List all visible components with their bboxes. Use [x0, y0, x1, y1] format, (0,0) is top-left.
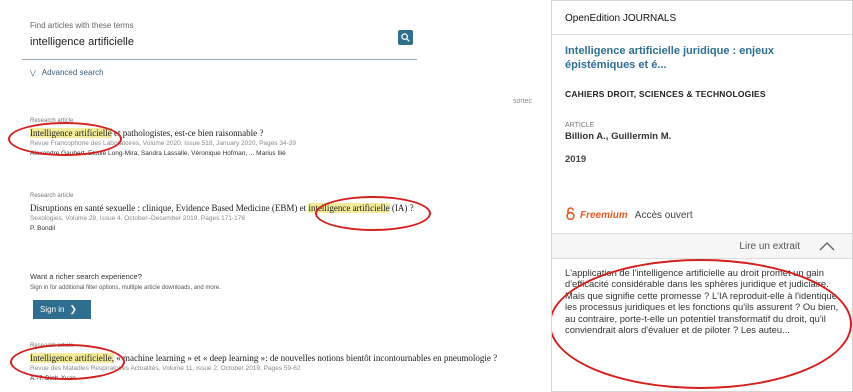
result-journal[interactable]: Sexologies, Volume 28, Issue 4, October–… [30, 214, 545, 224]
result-type: Research article [30, 118, 74, 124]
result-item: Research article Disruptions en santé se… [30, 193, 545, 234]
annotation-ring [10, 344, 125, 380]
annotation-ring [8, 122, 122, 156]
search-results-panel: Find articles with these terms intellige… [0, 0, 545, 392]
signin-prompt-title: Want a richer search experience? [30, 272, 142, 281]
advanced-search-label: Advanced search [41, 68, 104, 77]
advanced-search-link[interactable]: ⋁ Advanced search [30, 68, 104, 77]
search-label: Find articles with these terms [30, 21, 134, 30]
openedition-panel: OpenEdition JOURNALS Intelligence artifi… [551, 0, 853, 392]
journal-name: CAHIERS DROIT, SCIENCES & TECHNOLOGIES [565, 89, 766, 99]
article-type: ARTICLE [565, 122, 595, 129]
annotation-ring [552, 259, 852, 389]
article-authors: Billion A., Guillermin M. [565, 131, 672, 142]
result-title-text: et pathologistes, est-ce bien raisonnabl… [111, 128, 264, 138]
signin-prompt-text: Sign in for additional filter options, m… [30, 285, 221, 291]
article-year: 2019 [565, 154, 587, 165]
open-access-label: Accès ouvert [634, 210, 693, 221]
excerpt-toggle[interactable]: Lire un extrait [552, 233, 852, 259]
divider [552, 34, 852, 35]
chevron-right-icon: ❯ [69, 304, 78, 314]
search-button[interactable] [398, 30, 413, 45]
search-input[interactable]: intelligence artificielle [30, 36, 134, 48]
sign-in-label: Sign in [40, 305, 65, 314]
result-title-text: « machine learning » et « deep learning … [113, 353, 498, 363]
open-access-lock-icon [566, 207, 575, 221]
excerpt-toggle-label: Lire un extrait [739, 241, 800, 252]
access-status: Freemium Accès ouvert [565, 207, 693, 221]
double-chevron-down-icon: ⋁ [30, 70, 36, 77]
sign-in-button[interactable]: Sign in ❯ [33, 300, 91, 319]
openedition-brand: OpenEdition JOURNALS [565, 13, 677, 24]
freemium-label: Freemium [580, 210, 628, 221]
result-authors: P. Bondil [30, 225, 56, 232]
result-authors: A.-T. Dinh-Xuan [30, 375, 76, 382]
chevron-up-icon [819, 242, 835, 251]
result-type: Research article [30, 193, 74, 199]
result-authors: Alexandre Gaubert, Elodie Long-Mira, San… [30, 150, 286, 157]
search-field[interactable]: Find articles with these terms intellige… [22, 14, 417, 60]
sort-control[interactable]: sortec [513, 98, 532, 105]
result-title-link[interactable]: Disruptions en santé sexuelle : clinique… [30, 202, 545, 214]
result-title-text: Disruptions en santé sexuelle : clinique… [30, 203, 309, 213]
signin-prompt: Want a richer search experience? Sign in… [30, 272, 370, 291]
search-icon [401, 33, 410, 42]
article-title-link[interactable]: Intelligence artificielle juridique : en… [565, 44, 845, 72]
annotation-ring [315, 196, 431, 231]
